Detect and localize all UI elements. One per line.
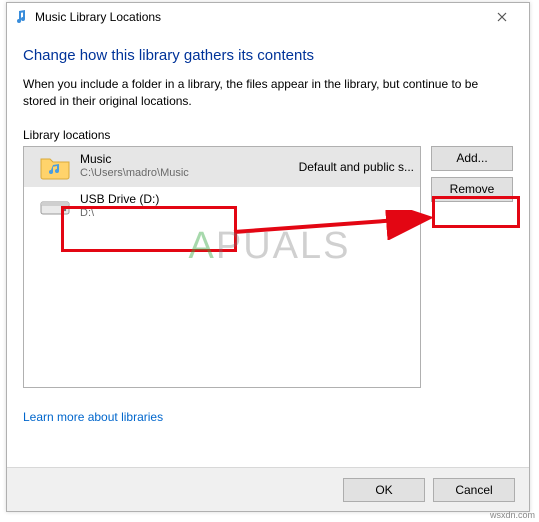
dialog-heading: Change how this library gathers its cont…	[23, 47, 513, 64]
folder-music-icon	[38, 150, 72, 184]
locations-list[interactable]: Music C:\Users\madro\Music Default and p…	[23, 146, 421, 388]
locations-label: Library locations	[23, 128, 513, 142]
source-caption: wsxdn.com	[490, 510, 535, 520]
location-path: D:\	[80, 207, 414, 221]
location-name: USB Drive (D:)	[80, 192, 414, 207]
close-button[interactable]	[481, 6, 523, 28]
learn-more-link[interactable]: Learn more about libraries	[23, 410, 163, 424]
add-button[interactable]: Add...	[431, 146, 513, 171]
ok-button[interactable]: OK	[343, 478, 425, 502]
location-name: Music	[80, 152, 293, 167]
dialog-description: When you include a folder in a library, …	[23, 76, 513, 110]
location-path: C:\Users\madro\Music	[80, 167, 293, 181]
titlebar: Music Library Locations	[7, 3, 529, 31]
music-note-icon	[13, 9, 29, 25]
location-item-music[interactable]: Music C:\Users\madro\Music Default and p…	[24, 147, 420, 187]
dialog-window: Music Library Locations Change how this …	[6, 2, 530, 512]
dialog-footer: OK Cancel	[7, 467, 529, 511]
drive-icon	[38, 190, 72, 224]
cancel-button[interactable]: Cancel	[433, 478, 515, 502]
remove-button[interactable]: Remove	[431, 177, 513, 202]
window-title: Music Library Locations	[35, 10, 481, 24]
location-status: Default and public s...	[299, 160, 414, 174]
location-item-usb[interactable]: USB Drive (D:) D:\	[24, 187, 420, 227]
dialog-content: Change how this library gathers its cont…	[7, 31, 529, 424]
